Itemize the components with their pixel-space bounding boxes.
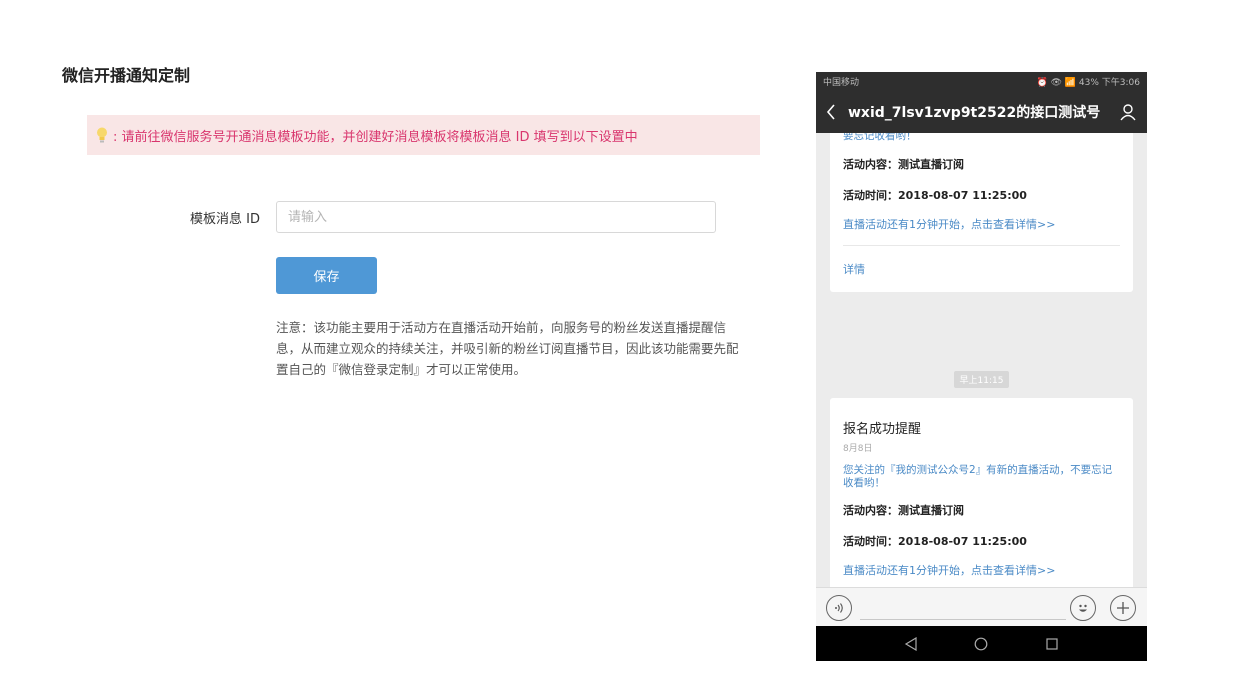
profile-icon[interactable] [1119,103,1137,121]
status-icons: ⏰ 👁 📶 43% 下午3:06 [1036,78,1141,88]
notice-text: : 请前往微信服务号开通消息模板功能，并创建好消息模板将模板消息 ID 填写到以… [113,129,638,145]
message-card-bottom[interactable]: 报名成功提醒 8月8日 您关注的『我的测试公众号2』有新的直播活动，不要忘记收看… [830,398,1133,587]
chat-area: 要忘记收看哟！ 活动内容：测试直播订阅 活动时间：2018-08-07 11:2… [816,133,1147,587]
help-text: 注意：该功能主要用于活动方在直播活动开始前，向服务号的粉丝发送直播提醒信息，从而… [276,320,739,377]
card-time: 活动时间：2018-08-07 11:25:00 [843,189,1027,202]
lightbulb-icon [97,127,107,143]
card-message: 要忘记收看哟！ [843,133,917,142]
card-date: 8月8日 [843,444,873,454]
card-time: 活动时间：2018-08-07 11:25:00 [843,535,1027,548]
template-id-input[interactable] [276,201,716,233]
card-content: 活动内容：测试直播订阅 [843,158,964,171]
message-timestamp: 早上11:15 [954,371,1009,388]
status-bar: 中国移动 ⏰ 👁 📶 43% 下午3:06 [816,72,1147,91]
carrier-label: 中国移动 [823,78,860,88]
save-button[interactable]: 保存 [276,257,377,294]
text-input-line[interactable] [860,619,1066,620]
chat-input-bar [816,587,1147,626]
card-detail-link[interactable]: 详情 [843,261,1120,277]
template-id-row: 模板消息 ID [190,201,716,233]
android-nav-bar [816,626,1147,661]
chat-nav-bar: wxid_7lsv1zvp9t2522的接口测试号 [816,91,1147,133]
phone-preview: 中国移动 ⏰ 👁 📶 43% 下午3:06 wxid_7lsv1zvp9t252… [816,72,1147,661]
back-chevron-icon[interactable] [826,104,836,120]
message-card-top[interactable]: 要忘记收看哟！ 活动内容：测试直播订阅 活动时间：2018-08-07 11:2… [830,133,1133,292]
android-home-icon[interactable] [974,637,988,651]
chat-title: wxid_7lsv1zvp9t2522的接口测试号 [848,105,1101,121]
card-content: 活动内容：测试直播订阅 [843,504,964,517]
emoji-icon[interactable] [1070,595,1096,621]
android-recents-icon[interactable] [1045,637,1059,651]
android-back-icon[interactable] [904,636,918,651]
notice-banner: : 请前往微信服务号开通消息模板功能，并创建好消息模板将模板消息 ID 填写到以… [87,115,760,155]
card-cta-link[interactable]: 直播活动还有1分钟开始，点击查看详情>> [843,218,1120,231]
page-title: 微信开播通知定制 [62,66,191,85]
voice-icon[interactable] [826,595,852,621]
template-id-label: 模板消息 ID [190,211,260,227]
card-message: 您关注的『我的测试公众号2』有新的直播活动，不要忘记收看哟！ [843,464,1113,489]
card-title: 报名成功提醒 [843,422,922,437]
plus-icon[interactable] [1110,595,1136,621]
card-divider [843,245,1120,246]
card-cta-link[interactable]: 直播活动还有1分钟开始，点击查看详情>> [843,564,1120,577]
